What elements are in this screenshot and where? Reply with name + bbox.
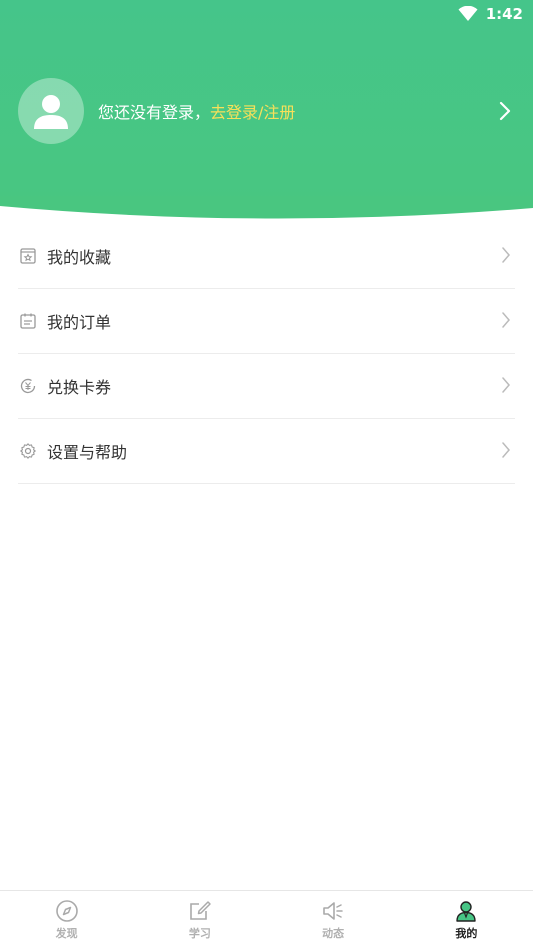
login-prompt: 您还没有登录，	[98, 103, 211, 122]
menu-item-orders[interactable]: 我的订单	[18, 289, 515, 354]
menu-item-favorites[interactable]: 我的收藏	[18, 224, 515, 289]
avatar-person-icon	[34, 95, 68, 129]
coupon-icon	[20, 378, 36, 394]
menu-label: 我的收藏	[47, 248, 112, 267]
compass-icon	[55, 899, 78, 922]
menu-label: 我的订单	[47, 313, 112, 332]
chevron-right-icon	[502, 442, 510, 458]
nav-label: 发现	[55, 926, 78, 940]
speaker-icon	[323, 901, 343, 920]
profile-screen: 1:42 您还没有登录， 去登录/注册 我的收藏 我的订单 兑换卡券 设置与帮助…	[0, 0, 533, 948]
menu-label: 设置与帮助	[47, 443, 128, 462]
order-icon	[20, 313, 36, 329]
status-time: 1:42	[485, 5, 523, 23]
menu-list: 我的收藏 我的订单 兑换卡券 设置与帮助	[18, 224, 515, 484]
chevron-right-icon	[502, 377, 510, 393]
profile-header: 1:42 您还没有登录， 去登录/注册	[0, 0, 533, 222]
favorites-icon	[20, 248, 36, 264]
chevron-right-icon	[502, 312, 510, 328]
nav-tab-feed[interactable]: 动态	[267, 891, 400, 948]
nav-label: 动态	[322, 926, 345, 940]
chevron-right-icon	[502, 247, 510, 263]
settings-icon	[20, 443, 36, 459]
menu-item-settings-help[interactable]: 设置与帮助	[18, 419, 515, 484]
menu-item-coupons[interactable]: 兑换卡券	[18, 354, 515, 419]
avatar[interactable]	[18, 78, 84, 144]
nav-label: 学习	[188, 926, 211, 940]
chevron-right-icon	[499, 101, 511, 121]
nav-tab-mine[interactable]: 我的	[400, 891, 533, 948]
user-icon	[456, 900, 477, 922]
login-row[interactable]: 您还没有登录， 去登录/注册	[18, 78, 518, 144]
edit-icon	[190, 900, 211, 920]
login-register-link[interactable]: 去登录/注册	[210, 99, 295, 123]
wifi-icon	[458, 6, 478, 21]
nav-tab-discover[interactable]: 发现	[0, 891, 133, 948]
nav-tab-study[interactable]: 学习	[133, 891, 266, 948]
status-bar: 1:42	[0, 0, 533, 28]
menu-label: 兑换卡券	[47, 378, 112, 397]
nav-label: 我的	[455, 926, 478, 940]
bottom-nav: 发现 学习 动态 我的	[0, 890, 533, 948]
